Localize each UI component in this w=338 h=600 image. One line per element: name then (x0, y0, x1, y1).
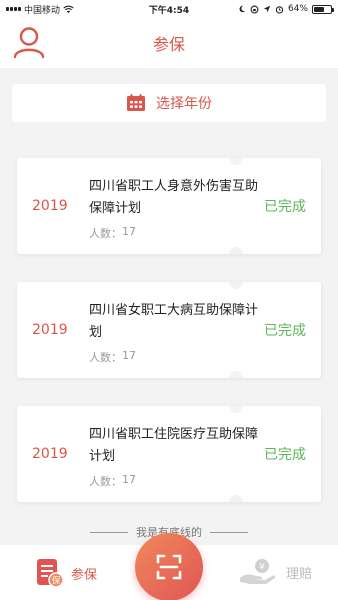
ticket-notch (229, 495, 243, 502)
status-left: 中国移动 (6, 3, 74, 16)
page-title: 参保 (152, 35, 185, 54)
rotation-lock-icon (250, 5, 259, 13)
plan-count-label: 人数： (89, 475, 122, 488)
plan-count: 人数： 17 (89, 225, 136, 241)
divider (90, 531, 128, 533)
plan-card[interactable]: 2019 四川省职工人身意外伤害互助保障计划 人数： 17 已完成 (17, 158, 321, 254)
plan-count-value: 17 (122, 473, 136, 486)
ticket-notch (229, 371, 243, 378)
plan-count-label: 人数： (89, 351, 122, 364)
plan-name: 四川省职工人身意外伤害互助保障计划 (89, 179, 259, 216)
plan-count-label: 人数： (89, 227, 122, 240)
status-bar: 中国移动 下午4:54 64% (0, 0, 338, 18)
claim-hand-icon: ¥ (240, 559, 276, 584)
plan-card[interactable]: 2019 四川省职工住院医疗互助保障计划 人数： 17 已完成 (17, 406, 321, 502)
calendar-icon (127, 94, 145, 111)
ticket-notch (229, 158, 243, 165)
wifi-icon (63, 5, 74, 13)
svg-text:保: 保 (51, 575, 60, 587)
plan-year: 2019 (32, 322, 68, 338)
insurance-doc-icon: 保 (37, 559, 64, 588)
plan-count-value: 17 (122, 225, 136, 238)
plan-count-value: 17 (122, 349, 136, 362)
ticket-notch (229, 247, 243, 254)
plan-name: 四川省女职工大病互助保障计划 (89, 303, 259, 340)
plan-status: 已完成 (264, 199, 306, 215)
user-icon[interactable] (12, 25, 46, 59)
scan-button[interactable] (135, 533, 203, 600)
moon-icon (239, 5, 246, 13)
plan-status: 已完成 (264, 447, 306, 463)
battery-icon (312, 4, 334, 14)
plan-name: 四川省职工住院医疗互助保障计划 (89, 427, 259, 464)
battery-percent: 64% (287, 4, 308, 14)
tab-claims-label: 理赔 (286, 566, 313, 582)
plan-list: 2019 四川省职工人身意外伤害互助保障计划 人数： 17 已完成 2019 四… (17, 158, 321, 530)
plan-year: 2019 (32, 446, 68, 462)
signal-icon (6, 7, 21, 11)
year-picker-label: 选择年份 (156, 96, 212, 112)
plan-count: 人数： 17 (89, 473, 136, 489)
plan-status: 已完成 (264, 323, 306, 339)
divider (210, 531, 248, 533)
tab-enroll-label: 参保 (71, 567, 98, 583)
scan-icon (156, 554, 182, 580)
year-picker-button[interactable]: 选择年份 (12, 84, 326, 122)
tab-enroll[interactable]: 保 参保 (35, 558, 97, 588)
plan-count: 人数： 17 (89, 349, 136, 365)
ticket-notch (229, 282, 243, 289)
tab-claims[interactable]: ¥ 理赔 (238, 558, 312, 586)
status-right: 64% (238, 4, 334, 14)
battery-fill (314, 6, 325, 12)
nav-bar: 参保 (0, 18, 338, 68)
location-icon (263, 5, 271, 13)
plan-year: 2019 (32, 198, 68, 214)
svg-text:¥: ¥ (259, 563, 265, 573)
carrier-name: 中国移动 (24, 5, 61, 16)
alarm-icon (275, 5, 284, 14)
plan-card[interactable]: 2019 四川省女职工大病互助保障计划 人数： 17 已完成 (17, 282, 321, 378)
ticket-notch (229, 406, 243, 413)
